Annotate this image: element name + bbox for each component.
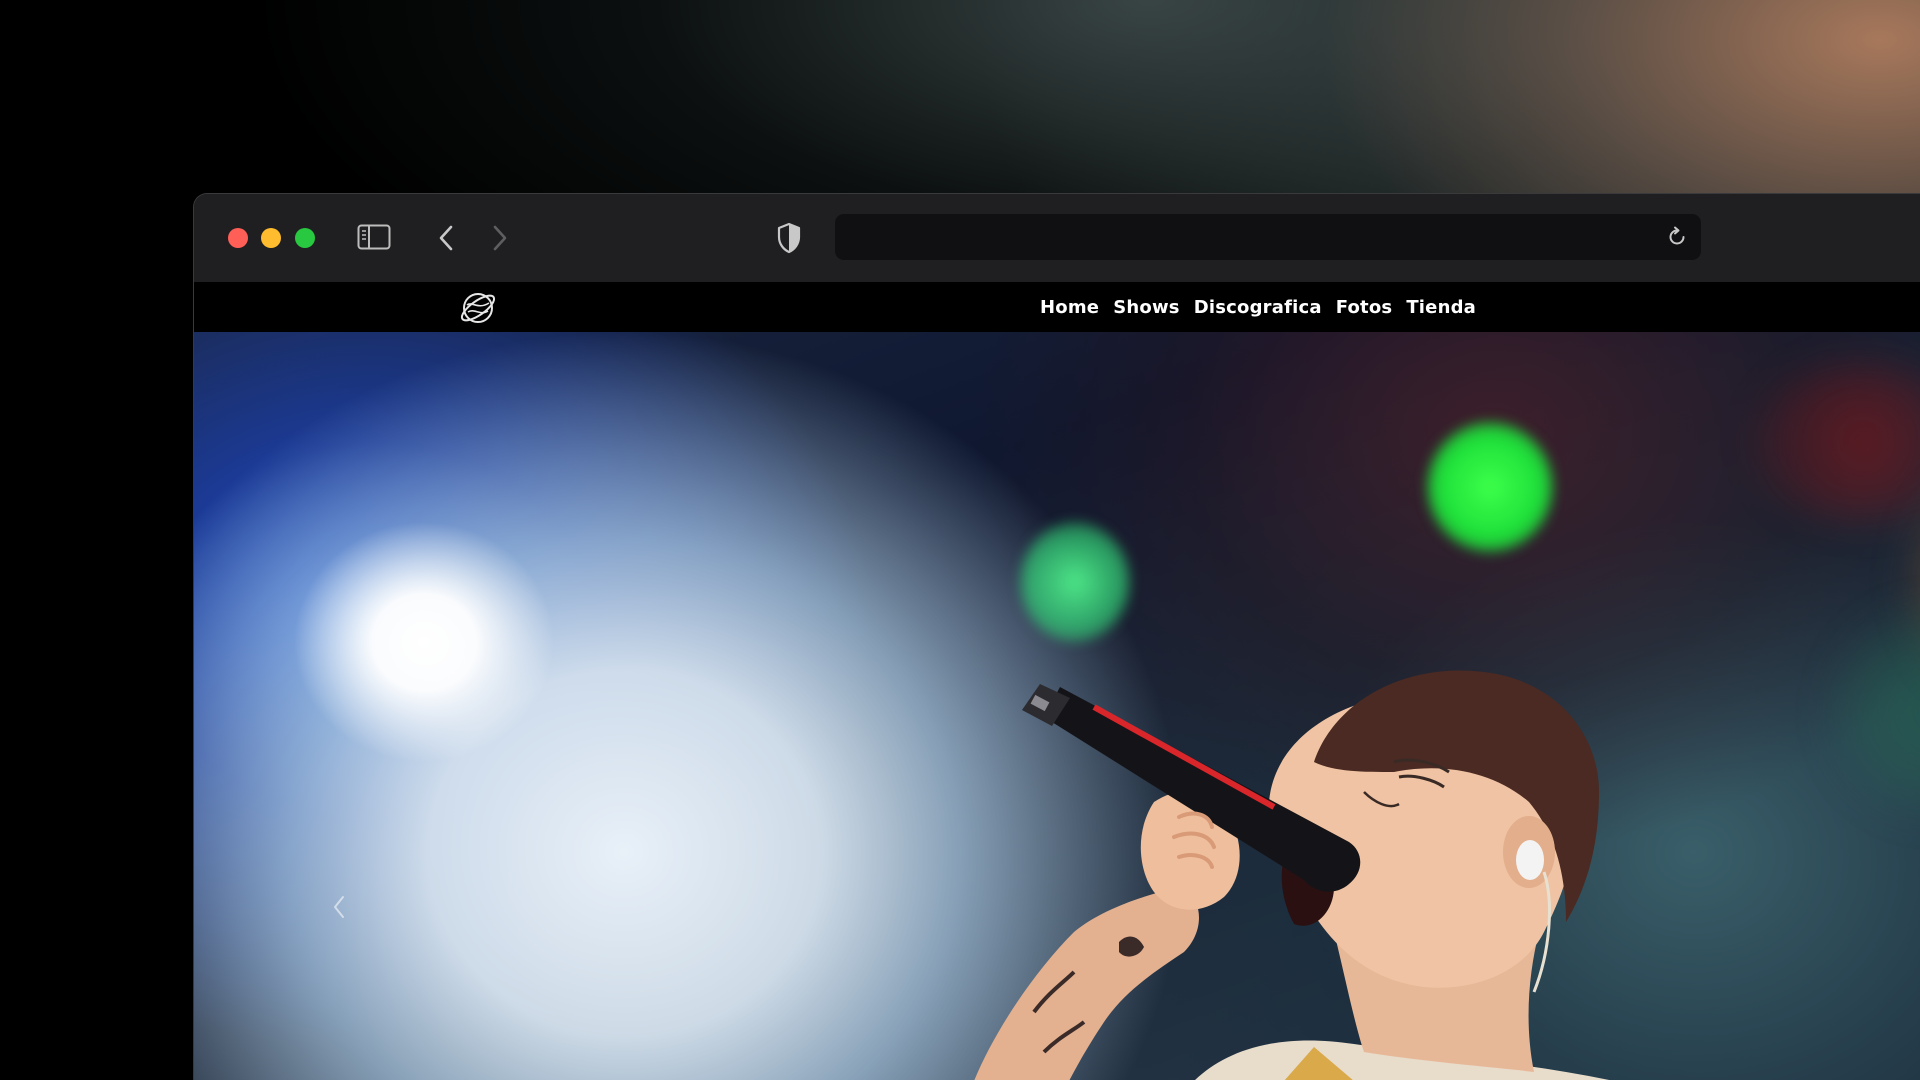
back-button[interactable] — [431, 222, 461, 254]
nav-link-tienda[interactable]: Tienda — [1406, 297, 1476, 318]
browser-window: Home Shows Discografica Fotos Tienda — [193, 193, 1920, 1080]
sidebar-icon[interactable] — [357, 222, 391, 252]
address-bar[interactable] — [835, 214, 1701, 262]
singer-figure — [974, 670, 1610, 1080]
chevron-left-icon — [334, 896, 344, 918]
reload-button[interactable] — [1665, 225, 1689, 249]
nav-link-fotos[interactable]: Fotos — [1336, 297, 1393, 318]
site-nav-links: Home Shows Discografica Fotos Tienda — [1040, 282, 1476, 332]
chevron-right-icon — [493, 225, 507, 251]
url-input[interactable] — [851, 214, 1635, 262]
nav-link-shows[interactable]: Shows — [1113, 297, 1180, 318]
hero-image — [194, 332, 1920, 1080]
reload-icon — [1669, 226, 1685, 245]
minimize-window-button[interactable] — [261, 228, 281, 248]
browser-toolbar — [194, 194, 1920, 282]
nav-link-discografica[interactable]: Discografica — [1194, 297, 1322, 318]
planet-logo-icon[interactable] — [458, 288, 498, 328]
close-window-button[interactable] — [228, 228, 248, 248]
chevron-left-icon — [439, 225, 453, 251]
forward-button[interactable] — [485, 222, 515, 254]
carousel-prev-button[interactable] — [324, 887, 354, 927]
web-page: Home Shows Discografica Fotos Tienda — [194, 282, 1920, 1080]
shield-icon[interactable] — [775, 221, 803, 255]
zoom-window-button[interactable] — [295, 228, 315, 248]
site-navbar: Home Shows Discografica Fotos Tienda — [194, 282, 1920, 332]
nav-link-home[interactable]: Home — [1040, 297, 1099, 318]
